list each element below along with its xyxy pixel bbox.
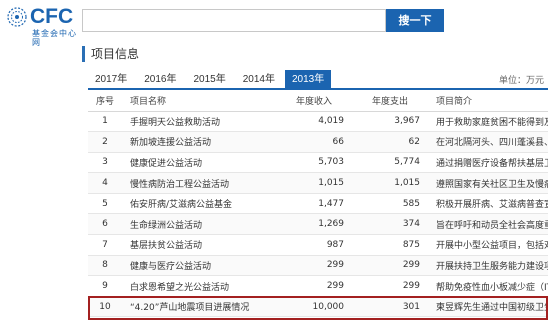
- cell-expense: 875: [350, 234, 426, 256]
- cell-project-name[interactable]: 基层扶贫公益活动: [122, 234, 274, 256]
- site-header: CFC 基金会中心网 搜一下: [0, 0, 550, 47]
- cell-income: 299: [274, 275, 350, 297]
- cell-no: 4: [88, 172, 122, 194]
- cell-expense: 299: [350, 255, 426, 277]
- cell-expense: 301: [350, 296, 426, 318]
- table-row[interactable]: 8 健康与医疗公益活动 299 299 开展扶持卫生服务能力建设项: [88, 255, 548, 277]
- tab-2017[interactable]: 2017年: [88, 70, 134, 89]
- search-button[interactable]: 搜一下: [386, 9, 444, 32]
- cell-brief: 遵照国家有关社区卫生及慢病: [426, 172, 548, 194]
- cfc-logo[interactable]: CFC 基金会中心网: [6, 4, 82, 47]
- tab-2014[interactable]: 2014年: [236, 70, 282, 89]
- cell-no: 9: [88, 275, 122, 297]
- table-header-row: 序号 项目名称 年度收入 年度支出 项目简介: [88, 90, 548, 112]
- cell-expense: 3,967: [350, 111, 426, 133]
- search-input[interactable]: [82, 9, 386, 32]
- cell-brief: 通过捐赠医疗设备帮扶基层卫: [426, 152, 548, 174]
- cell-expense: 1,015: [350, 172, 426, 194]
- cell-expense: 5,774: [350, 152, 426, 174]
- cell-no: 5: [88, 193, 122, 215]
- col-header-income: 年度收入: [274, 90, 350, 112]
- table-row[interactable]: 3 健康促进公益活动 5,703 5,774 通过捐赠医疗设备帮扶基层卫: [88, 152, 548, 174]
- cell-brief: 开展扶持卫生服务能力建设项: [426, 255, 548, 277]
- table-body: 1 手握明天公益救助活动 4,019 3,967 用于救助家庭贫困不能得到及 2…: [88, 111, 548, 318]
- cell-no: 2: [88, 131, 122, 153]
- table-row[interactable]: 7 基层扶贫公益活动 987 875 开展中小型公益项目，包括对: [88, 234, 548, 256]
- cell-income: 66: [274, 131, 350, 153]
- cell-brief: 帮助免疫性血小板减少症（ITP: [426, 275, 548, 297]
- cell-project-name[interactable]: 健康与医疗公益活动: [122, 255, 274, 277]
- cell-brief: 在河北隔河头、四川蓬溪县、: [426, 131, 548, 153]
- col-header-no: 序号: [88, 90, 122, 112]
- cell-no: 10: [88, 296, 122, 318]
- tab-2015[interactable]: 2015年: [187, 70, 233, 89]
- cell-expense: 374: [350, 213, 426, 236]
- cell-no: 6: [88, 213, 122, 236]
- unit-label: 单位：万元: [498, 76, 544, 86]
- cell-expense: 62: [350, 131, 426, 153]
- logo-subtitle: 基金会中心网: [32, 29, 77, 47]
- cell-project-name[interactable]: 慢性病防治工程公益活动: [122, 172, 274, 194]
- cell-expense: 585: [350, 193, 426, 215]
- tab-2016[interactable]: 2016年: [137, 70, 183, 89]
- cell-no: 8: [88, 255, 122, 277]
- cell-no: 7: [88, 234, 122, 256]
- table-row[interactable]: 2 新加坡连援公益活动 66 62 在河北隔河头、四川蓬溪县、: [88, 131, 548, 153]
- project-table: 序号 项目名称 年度收入 年度支出 项目简介 1 手握明天公益救助活动 4,01…: [88, 90, 548, 318]
- cell-no: 3: [88, 152, 122, 174]
- table-row-highlighted[interactable]: 10 “4.20”芦山地震项目进展情况 10,000 301 柬昱辉先生通过中国…: [88, 296, 548, 318]
- table-row[interactable]: 5 佑安肝病/艾滋病公益基金 1,477 585 积极开展肝病、艾滋病普查宣: [88, 193, 548, 215]
- table-row[interactable]: 1 手握明天公益救助活动 4,019 3,967 用于救助家庭贫困不能得到及: [88, 111, 548, 133]
- cell-project-name[interactable]: 生命绿洲公益活动: [122, 213, 274, 236]
- table-header: 序号 项目名称 年度收入 年度支出 项目简介: [88, 90, 548, 112]
- cell-brief: 积极开展肝病、艾滋病普查宣: [426, 193, 548, 215]
- cell-project-name[interactable]: 佑安肝病/艾滋病公益基金: [122, 193, 274, 215]
- table-row[interactable]: 4 慢性病防治工程公益活动 1,015 1,015 遵照国家有关社区卫生及慢病: [88, 172, 548, 194]
- cell-income: 1,269: [274, 213, 350, 236]
- cell-income: 1,015: [274, 172, 350, 194]
- cell-income: 4,019: [274, 111, 350, 133]
- cell-project-name[interactable]: “4.20”芦山地震项目进展情况: [122, 296, 274, 318]
- cell-project-name[interactable]: 白求恩希望之光公益活动: [122, 275, 274, 297]
- section-title: 项目信息: [82, 46, 139, 62]
- cell-brief: 柬昱辉先生通过中国初级卫生: [426, 296, 548, 318]
- cell-project-name[interactable]: 新加坡连援公益活动: [122, 131, 274, 153]
- table-row[interactable]: 9 白求恩希望之光公益活动 299 299 帮助免疫性血小板减少症（ITP: [88, 275, 548, 297]
- logo-globe-icon: [7, 7, 27, 27]
- cell-income: 987: [274, 234, 350, 256]
- cell-project-name[interactable]: 手握明天公益救助活动: [122, 111, 274, 133]
- logo-text: CFC: [30, 5, 74, 28]
- cell-no: 1: [88, 111, 122, 133]
- year-tabs: 2017年 2016年 2015年 2014年 2013年: [88, 70, 334, 89]
- cell-brief: 开展中小型公益项目，包括对: [426, 234, 548, 256]
- cell-income: 299: [274, 255, 350, 277]
- col-header-expense: 年度支出: [350, 90, 426, 112]
- cell-expense: 299: [350, 275, 426, 297]
- cell-income: 5,703: [274, 152, 350, 174]
- tab-2013[interactable]: 2013年: [285, 70, 332, 89]
- table-row[interactable]: 6 生命绿洲公益活动 1,269 374 旨在呼吁和动员全社会高度重: [88, 213, 548, 236]
- cell-brief: 用于救助家庭贫困不能得到及: [426, 111, 548, 133]
- cell-income: 10,000: [274, 296, 350, 318]
- col-header-brief: 项目简介: [426, 90, 548, 112]
- cell-brief: 旨在呼吁和动员全社会高度重: [426, 213, 548, 236]
- col-header-name: 项目名称: [122, 90, 274, 112]
- cell-project-name[interactable]: 健康促进公益活动: [122, 152, 274, 174]
- cell-income: 1,477: [274, 193, 350, 215]
